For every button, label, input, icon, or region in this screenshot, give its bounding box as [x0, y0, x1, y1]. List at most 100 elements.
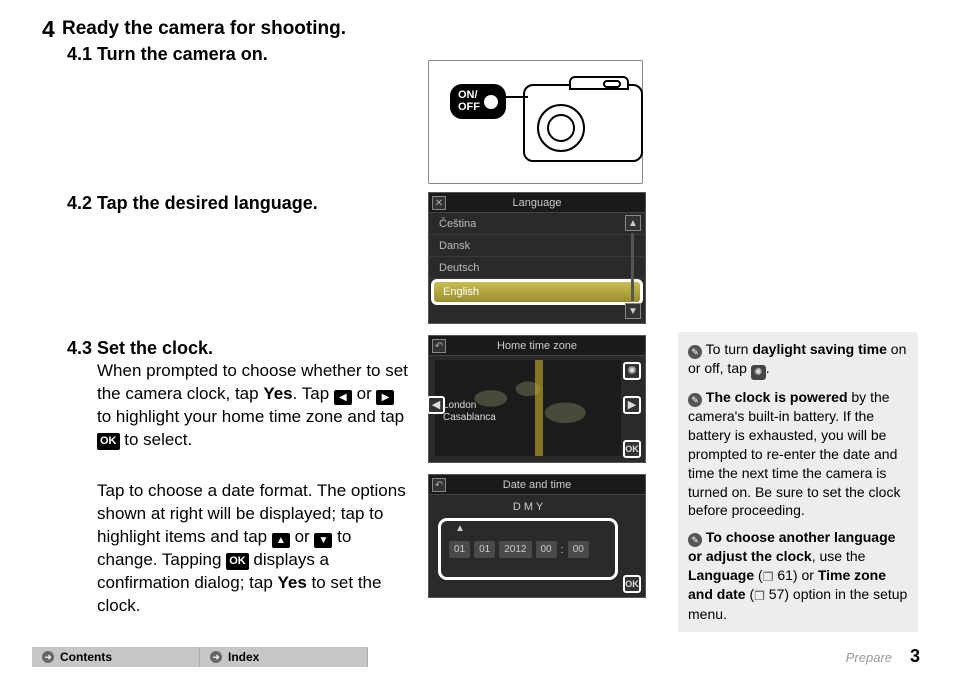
screen-datetime: ↶ Date and time D M Y ▲ 01 01 2012 00 : … [428, 474, 646, 598]
datetime-frame: ▲ 01 01 2012 00 : 00 [441, 521, 615, 577]
txt: or [352, 384, 377, 403]
contents-label: Contents [60, 650, 112, 664]
onoff-label: ON/ OFF [458, 90, 480, 113]
language-option[interactable]: Čeština [429, 213, 645, 235]
dt-hour[interactable]: 00 [536, 541, 557, 558]
sidebar-notes: ✎ To turn daylight saving time on or off… [678, 332, 918, 632]
dt-colon: : [561, 544, 564, 556]
contents-link[interactable]: ➜ Contents [32, 647, 200, 667]
camera-illustration: ON/ OFF [428, 66, 643, 181]
txt: to select. [120, 430, 193, 449]
world-map: London Casablanca [435, 360, 621, 456]
datetime-row: 01 01 2012 00 : 00 [449, 541, 607, 558]
step-number: 4 [42, 16, 55, 43]
screen-language-title: Language [513, 197, 562, 209]
substep-42-num: 4.2 [67, 193, 92, 214]
section-label: Prepare [846, 650, 892, 665]
txt: to highlight your home time zone and tap [97, 407, 404, 426]
yes-label: Yes [278, 573, 307, 592]
screen-timezone: ↶ Home time zone London Casablanca ✺ ◀ ▶… [428, 335, 646, 463]
right-arrow-icon: ▶ [376, 390, 394, 405]
txt: by the camera's built-in battery. If the… [688, 389, 900, 518]
power-circle-icon [484, 95, 498, 109]
down-arrow-icon: ▼ [314, 533, 332, 548]
bottom-link-bar: ➜ Contents ➜ Index [32, 647, 368, 667]
ok-icon: OK [226, 553, 249, 570]
dt-year[interactable]: 2012 [499, 541, 531, 558]
datetime-body: D M Y ▲ 01 01 2012 00 : 00 [435, 497, 621, 591]
screen-datetime-header: ↶ Date and time [429, 475, 645, 495]
txt: , use the [812, 548, 866, 564]
close-icon[interactable]: ✕ [432, 196, 446, 210]
scroll-up-icon[interactable]: ▲ [625, 215, 641, 231]
txt: . Tap [293, 384, 334, 403]
dt-month[interactable]: 01 [474, 541, 495, 558]
note-clock-power: ✎ The clock is powered by the camera's b… [688, 388, 908, 520]
substep-43-num: 4.3 [67, 338, 92, 359]
txt: ( [746, 586, 755, 602]
substep-42-title: Tap the desired language. [97, 193, 318, 214]
note-icon: ✎ [688, 345, 702, 359]
note-dst: ✎ To turn daylight saving time on or off… [688, 340, 908, 380]
substep-41-num: 4.1 [67, 44, 92, 65]
note-icon: ✎ [688, 393, 702, 407]
dt-up-arrow-icon[interactable]: ▲ [455, 523, 465, 534]
back-icon[interactable]: ↶ [432, 339, 446, 353]
back-icon[interactable]: ↶ [432, 478, 446, 492]
page-ref-icon: ❐ [754, 588, 765, 604]
page-ref-icon: ❐ [763, 569, 774, 585]
index-link[interactable]: ➜ Index [200, 647, 368, 667]
camera-shutter [603, 80, 621, 88]
manual-page: { "step": { "number": "4", "title": "Rea… [0, 0, 954, 677]
timezone-highlight [535, 360, 543, 456]
txt-bold: daylight saving time [752, 341, 887, 357]
txt-bold: The clock is powered [706, 389, 848, 405]
language-option[interactable]: Deutsch [429, 257, 645, 279]
body-43-para2: Tap to choose a date format. The options… [97, 480, 412, 618]
scrollbar[interactable] [631, 233, 634, 301]
txt: To turn [702, 341, 752, 357]
arrow-icon: ➜ [210, 651, 222, 663]
dt-day[interactable]: 01 [449, 541, 470, 558]
camera-lens-inner [547, 114, 575, 142]
screen-timezone-header: ↶ Home time zone [429, 336, 645, 356]
ok-icon: OK [97, 433, 120, 450]
page-number: 3 [910, 646, 920, 667]
screen-language: ✕ Language Čeština Dansk Deutsch English… [428, 192, 646, 324]
city2: Casablanca [443, 412, 496, 423]
txt: . [766, 360, 770, 376]
language-option[interactable]: Dansk [429, 235, 645, 257]
tz-ok-button[interactable]: OK [623, 440, 641, 458]
note-icon: ✎ [688, 533, 702, 547]
txt: ( [754, 567, 763, 583]
txt: Tap to choose a date format. The options… [97, 481, 406, 546]
yes-label: Yes [263, 384, 292, 403]
language-ref: Language [688, 567, 754, 583]
dst-icon: ✺ [751, 365, 766, 380]
note-change-language: ✎ To choose another language or adjust t… [688, 528, 908, 623]
dt-ok-button[interactable]: OK [623, 575, 641, 593]
substep-43-title: Set the clock. [97, 338, 213, 359]
scroll-down-icon[interactable]: ▼ [625, 303, 641, 319]
onoff-badge: ON/ OFF [450, 84, 506, 119]
page-ref-61[interactable]: 61) or [773, 567, 817, 583]
dt-min[interactable]: 00 [568, 541, 589, 558]
screen-language-header: ✕ Language [429, 193, 645, 213]
timezone-city-label: London Casablanca [443, 400, 496, 424]
step-title: Ready the camera for shooting. [62, 18, 346, 40]
tz-right-button[interactable]: ▶ [623, 396, 641, 414]
camera-body [523, 84, 643, 162]
txt: or [290, 527, 315, 546]
left-arrow-icon: ◀ [334, 390, 352, 405]
dst-toggle-icon[interactable]: ✺ [623, 362, 641, 380]
body-43-para1: When prompted to choose whether to set t… [97, 360, 412, 452]
up-arrow-icon: ▲ [272, 533, 290, 548]
arrow-icon: ➜ [42, 651, 54, 663]
city1: London [443, 400, 476, 411]
tz-left-button[interactable]: ◀ [427, 396, 445, 414]
substep-41-title: Turn the camera on. [97, 44, 268, 65]
index-label: Index [228, 650, 259, 664]
date-format-label[interactable]: D M Y [435, 497, 621, 517]
screen-datetime-title: Date and time [503, 479, 571, 491]
language-option-selected[interactable]: English [433, 281, 641, 303]
